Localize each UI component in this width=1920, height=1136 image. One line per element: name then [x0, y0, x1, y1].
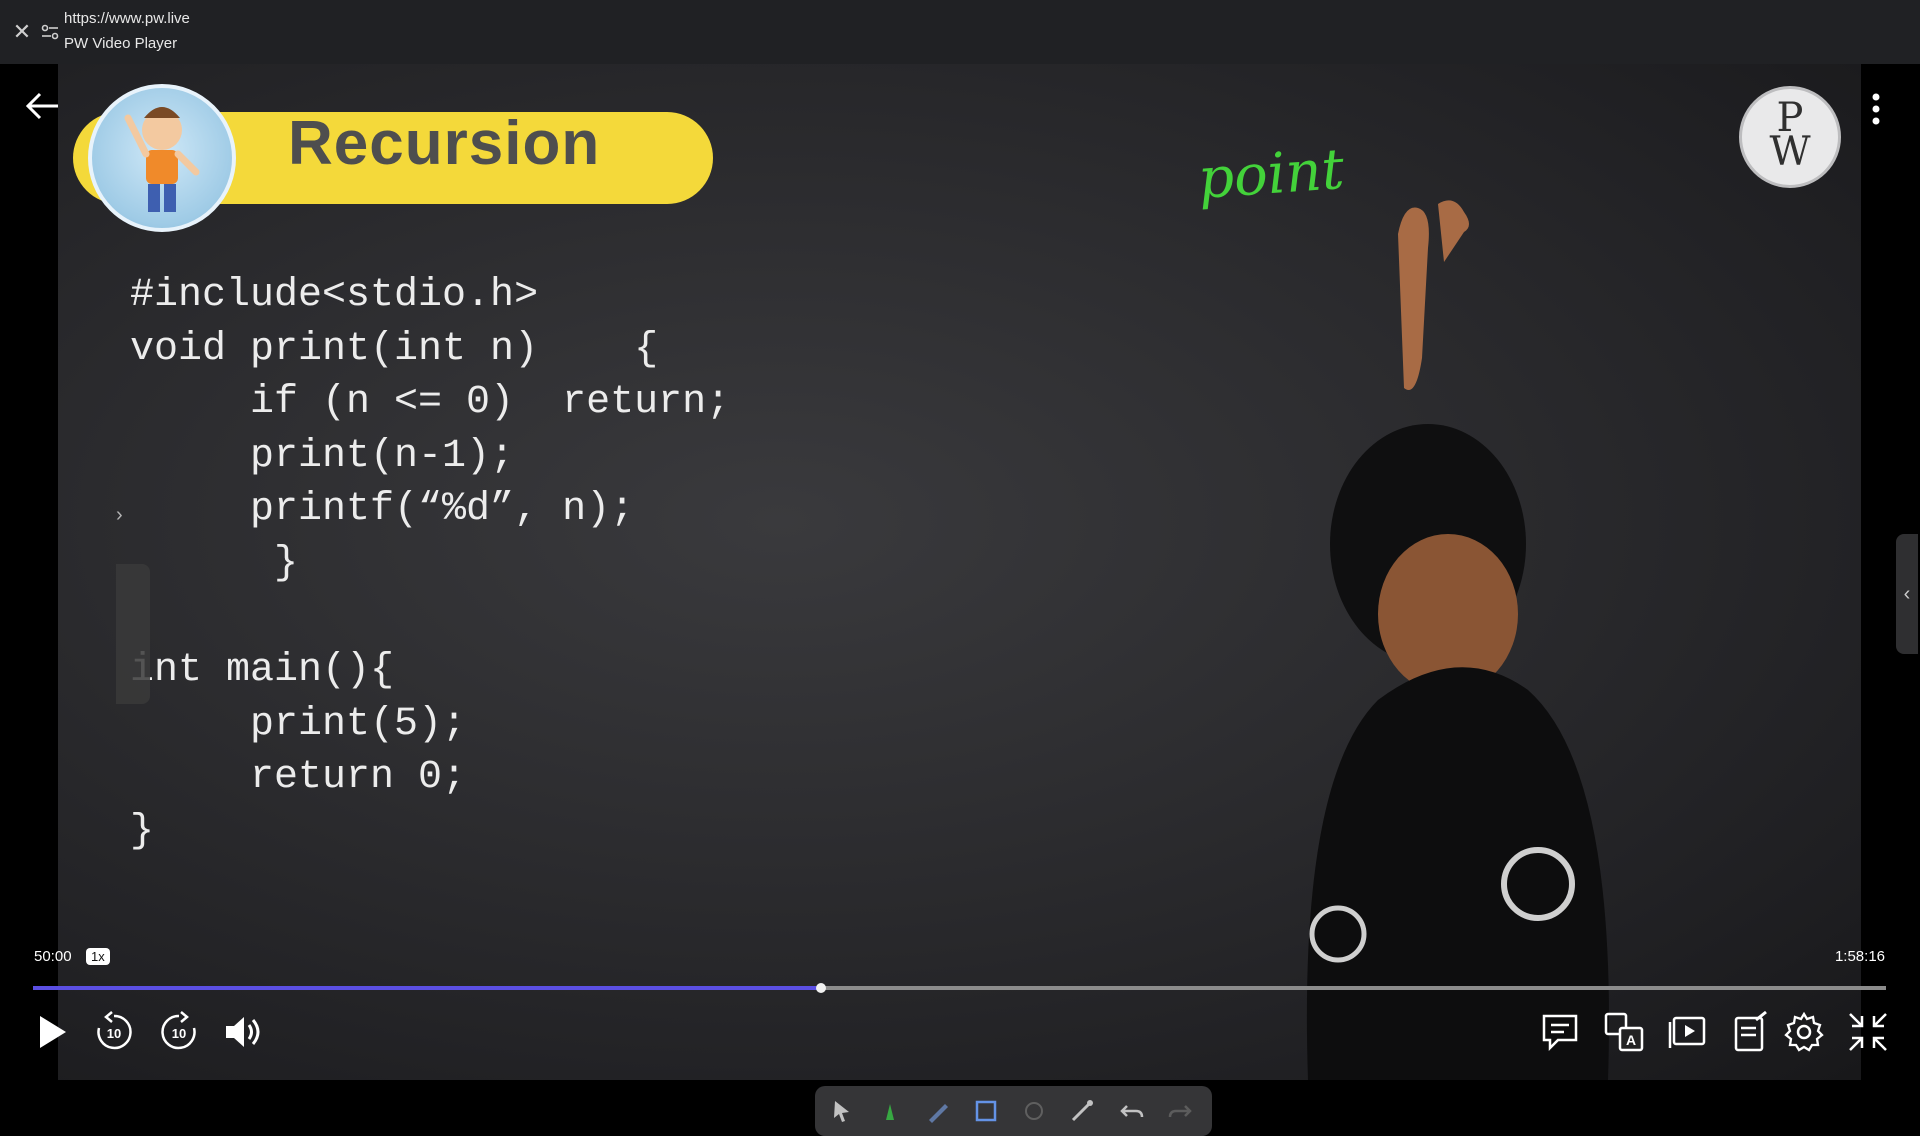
pen-tool-icon: [886, 1104, 894, 1120]
rewind-seconds: 10: [107, 1026, 121, 1041]
playback-speed-button[interactable]: 1x: [86, 948, 110, 965]
notes-icon: [1734, 1010, 1767, 1052]
window-title: PW Video Player: [64, 35, 178, 52]
site-settings-icon[interactable]: [40, 22, 60, 42]
lasso-tool-icon: [1025, 1102, 1043, 1120]
video-frame[interactable]: Recursion #include<stdio.h> void print(i…: [0, 64, 1920, 1136]
forward-10-button[interactable]: 10: [157, 1010, 201, 1054]
mascot-icon: [124, 107, 200, 212]
pointer-tool-icon: [834, 1101, 849, 1122]
doubts-chat-button[interactable]: [1538, 1010, 1582, 1054]
code-line: #include<stdio.h>: [130, 273, 539, 318]
pw-logo: P W: [1739, 86, 1841, 188]
more-options-icon[interactable]: [1868, 92, 1884, 126]
code-line: print(n-1);: [130, 433, 515, 479]
translate-icon: A: [1604, 1012, 1644, 1052]
code-line: print(5);: [130, 701, 467, 747]
forward-icon: 10: [161, 1011, 196, 1050]
notes-button[interactable]: [1728, 1010, 1772, 1054]
code-line: }: [130, 540, 299, 586]
marker-tool-icon: [929, 1104, 948, 1123]
code-block: #include<stdio.h> void print(int n) { if…: [130, 269, 730, 859]
chat-icon: [1542, 1014, 1578, 1052]
code-line: return 0;: [130, 755, 467, 801]
code-line: void print(int n) {: [130, 326, 659, 372]
laser-tool-icon: [1071, 1100, 1093, 1122]
rewind-icon: 10: [97, 1011, 132, 1050]
right-panel-handle[interactable]: ‹: [1896, 534, 1918, 654]
teacher-figure: [1306, 200, 1609, 1080]
code-line: int main(){: [130, 648, 395, 694]
board-drawing-toolbar: [815, 1086, 1212, 1136]
play-button[interactable]: [30, 1010, 74, 1054]
chevron-left-icon[interactable]: ‹: [1904, 583, 1911, 605]
settings-button[interactable]: [1782, 1010, 1826, 1054]
chalkboard: Recursion #include<stdio.h> void print(i…: [58, 64, 1918, 1136]
page-url: https://www.pw.live: [64, 10, 190, 27]
left-panel-handle[interactable]: ›: [116, 504, 150, 704]
logo-letter-w: W: [1769, 129, 1811, 175]
video-library-icon: [1668, 1016, 1706, 1048]
related-videos-button[interactable]: [1666, 1010, 1710, 1054]
total-duration: 1:58:16: [1834, 948, 1885, 965]
volume-icon: [226, 1017, 260, 1047]
gear-icon: [1784, 1011, 1824, 1052]
rectangle-tool-icon: [975, 1100, 997, 1122]
current-time: 50:00: [34, 948, 72, 965]
topic-title: Recursion: [288, 109, 601, 178]
svg-text:A: A: [1626, 1032, 1636, 1048]
code-line: }: [130, 808, 155, 854]
chevron-right-icon[interactable]: ›: [116, 504, 123, 527]
rewind-10-button[interactable]: 10: [92, 1010, 136, 1054]
play-icon: [40, 1016, 66, 1048]
exit-fullscreen-button[interactable]: [1846, 1010, 1890, 1054]
redo-icon: [1168, 1105, 1192, 1118]
volume-button[interactable]: [220, 1010, 264, 1054]
seek-bar-played: [33, 986, 822, 990]
seek-bar[interactable]: [33, 983, 1886, 993]
minimize-icon: [1849, 1013, 1887, 1051]
undo-icon: [1120, 1105, 1144, 1118]
browser-titlebar: ✕ https://www.pw.live PW Video Player: [0, 0, 1920, 65]
code-line: if (n <= 0) return;: [130, 380, 731, 426]
code-line: printf(“%d”, n);: [130, 487, 635, 533]
back-arrow-icon[interactable]: [22, 90, 62, 122]
forward-seconds: 10: [172, 1026, 186, 1041]
translate-button[interactable]: A: [1602, 1010, 1646, 1054]
close-icon[interactable]: ✕: [12, 21, 32, 43]
mascot-avatar: [88, 84, 236, 232]
